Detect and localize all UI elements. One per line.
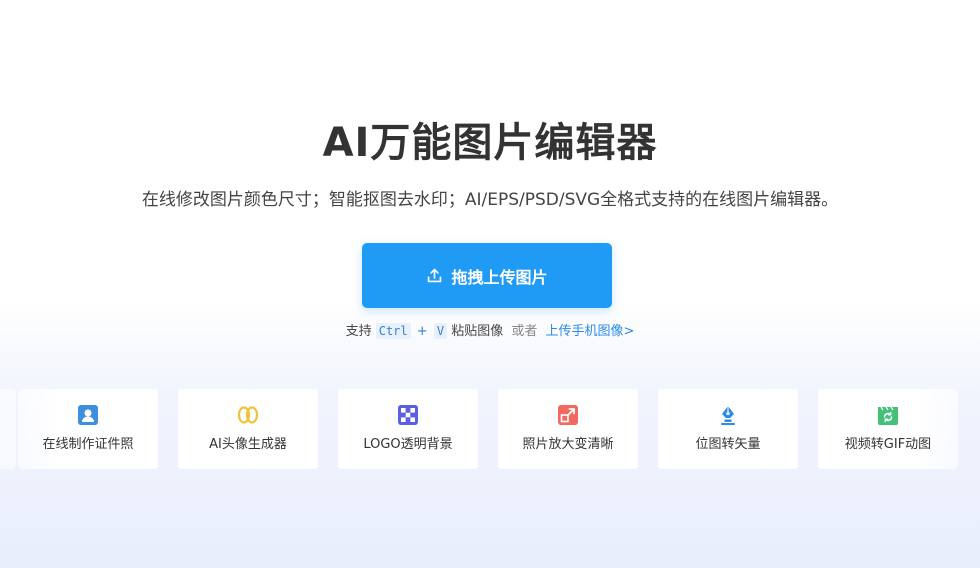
key-ctrl: Ctrl	[375, 323, 411, 339]
tool-card-enlarge[interactable]: 照片放大变清晰	[498, 389, 638, 469]
paste-hint: 支持 Ctrl + V 粘贴图像 或者 上传手机图像>	[0, 321, 980, 342]
tool-card-ai-avatar[interactable]: AI头像生成器	[178, 389, 318, 469]
tool-label: AI头像生成器	[209, 437, 287, 452]
upload-mobile-link[interactable]: 上传手机图像>	[546, 324, 635, 339]
upload-button-label: 拖拽上传图片	[451, 267, 548, 287]
tool-card-video-gif[interactable]: 视频转GIF动图	[818, 389, 958, 469]
page-title: AI万能图片编辑器	[322, 120, 658, 166]
transparent-grid-icon	[397, 404, 419, 426]
id-photo-icon	[77, 404, 99, 426]
tool-label: 位图转矢量	[695, 437, 761, 452]
tool-label: 照片放大变清晰	[522, 437, 614, 452]
ai-avatar-icon	[237, 404, 259, 426]
tool-card-id-photo[interactable]: 在线制作证件照	[18, 389, 158, 469]
tool-label: LOGO透明背景	[363, 437, 453, 452]
tool-card-vectorize[interactable]: 位图转矢量	[658, 389, 798, 469]
tool-cards: 在线制作证件照 AI头像生成器 LOGO透明背景 照片放大变清晰 位图转矢量 视…	[0, 389, 980, 469]
paste-text: 粘贴图像	[451, 324, 504, 339]
tool-label: 视频转GIF动图	[844, 437, 932, 452]
pen-tool-icon	[717, 404, 739, 426]
gif-clapper-icon	[877, 404, 899, 426]
upload-icon	[428, 268, 442, 283]
enlarge-icon	[557, 404, 579, 426]
key-plus: +	[416, 324, 428, 339]
upload-image-button[interactable]: 拖拽上传图片	[362, 243, 612, 308]
key-v: V	[433, 323, 448, 339]
or-text: 或者	[511, 324, 538, 339]
tool-card-logo-transparent[interactable]: LOGO透明背景	[338, 389, 478, 469]
tool-label: 在线制作证件照	[42, 437, 134, 452]
hint-prefix: 支持	[345, 324, 372, 339]
page-subtitle: 在线修改图片颜色尺寸；智能抠图去水印；AI/EPS/PSD/SVG全格式支持的在…	[141, 190, 839, 210]
